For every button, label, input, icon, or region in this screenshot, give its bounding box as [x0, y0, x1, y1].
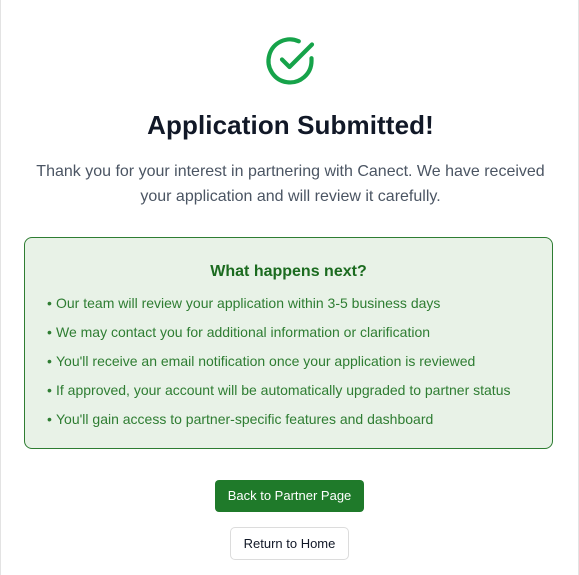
- list-item: • We may contact you for additional infor…: [47, 324, 510, 353]
- next-steps-title: What happens next?: [210, 263, 367, 280]
- page-title: Application Submitted!: [147, 110, 434, 140]
- confirmation-message: Thank you for your interest in partnerin…: [36, 163, 545, 205]
- bullet-icon: •: [47, 295, 52, 311]
- return-to-home-button[interactable]: Return to Home: [230, 527, 349, 560]
- list-item: • Our team will review your application w…: [47, 295, 510, 324]
- list-item-text: You'll gain access to partner-specific f…: [56, 411, 434, 427]
- check-circle-icon: [266, 37, 315, 85]
- list-item-text: We may contact you for additional inform…: [56, 324, 431, 340]
- bullet-icon: •: [47, 411, 52, 427]
- bullet-icon: •: [47, 353, 52, 369]
- list-item-text: Our team will review your application wi…: [56, 295, 441, 311]
- next-steps-panel: What happens next? • Our team will review…: [24, 237, 553, 449]
- next-steps-list: • Our team will review your application w…: [47, 295, 510, 440]
- bullet-icon: •: [47, 324, 52, 340]
- list-item: • If approved, your account will be autom…: [47, 382, 510, 411]
- list-item-text: You'll receive an email notification onc…: [56, 353, 476, 369]
- page-container: Application Submitted! Thank you for you…: [0, 0, 579, 575]
- list-item: • You'll receive an email notification on…: [47, 353, 510, 382]
- list-item: • You'll gain access to partner-specific …: [47, 411, 510, 440]
- list-item-text: If approved, your account will be automa…: [56, 382, 511, 398]
- bullet-icon: •: [47, 382, 52, 398]
- back-to-partner-page-button[interactable]: Back to Partner Page: [215, 480, 364, 512]
